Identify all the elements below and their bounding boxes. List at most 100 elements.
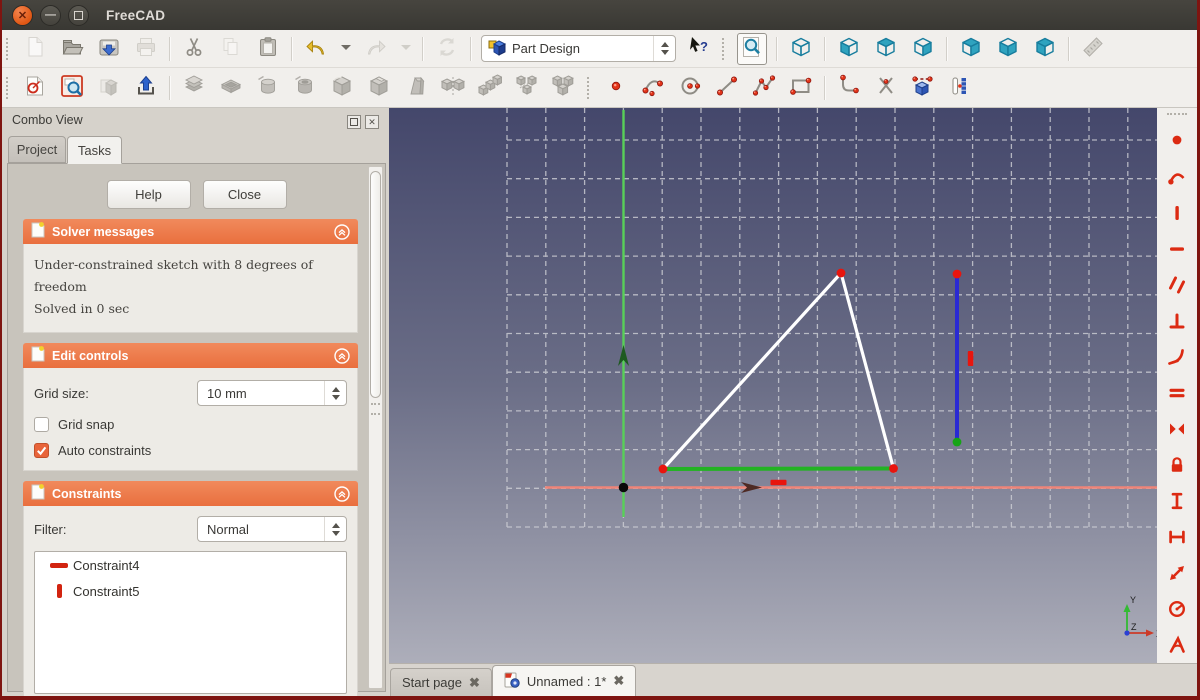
- constrain-angle-button[interactable]: [1164, 633, 1190, 659]
- create-point-button[interactable]: [602, 73, 630, 103]
- constrain-parallel-button[interactable]: [1164, 273, 1190, 299]
- window-maximize-button[interactable]: [68, 4, 89, 26]
- window-minimize-button[interactable]: —: [40, 4, 61, 26]
- constrain-vertical-distance-button[interactable]: [1164, 489, 1190, 515]
- new-document-button[interactable]: [21, 34, 49, 64]
- tab-project[interactable]: Project: [8, 136, 66, 163]
- pad-button[interactable]: [180, 73, 208, 103]
- constrain-coincident-button[interactable]: [1164, 129, 1190, 155]
- help-button[interactable]: Help: [106, 180, 191, 209]
- bottom-view-button[interactable]: [994, 34, 1022, 64]
- undo-menu-button[interactable]: [339, 34, 353, 64]
- chamfer-button[interactable]: [365, 73, 393, 103]
- whats-this-button[interactable]: ?: [685, 34, 713, 64]
- left-view-button[interactable]: [1031, 34, 1059, 64]
- toolbar-grip[interactable]: [587, 76, 593, 99]
- multi-transform-button[interactable]: [550, 73, 578, 103]
- mirrored-button[interactable]: [439, 73, 467, 103]
- constrain-point-on-object-button[interactable]: [1164, 165, 1190, 191]
- solver-messages-header[interactable]: Solver messages: [23, 219, 358, 244]
- dock-close-icon[interactable]: ✕: [365, 115, 379, 129]
- collapse-icon[interactable]: [334, 347, 350, 364]
- window-close-button[interactable]: ✕: [12, 4, 33, 26]
- open-document-button[interactable]: [58, 34, 86, 64]
- document-tab-start-page[interactable]: Start page ✖: [390, 668, 492, 696]
- spinner-arrows[interactable]: [324, 381, 346, 405]
- collapse-icon[interactable]: [334, 485, 350, 502]
- grid-size-spinbox[interactable]: 10 mm: [197, 380, 347, 406]
- constrain-lock-button[interactable]: [1164, 453, 1190, 479]
- tasks-scrollbar[interactable]: [368, 166, 383, 689]
- paste-button[interactable]: [254, 34, 282, 64]
- collapse-icon[interactable]: [334, 223, 350, 240]
- constraints-header[interactable]: Constraints: [23, 481, 358, 506]
- front-view-button[interactable]: [835, 34, 863, 64]
- grid-snap-checkbox[interactable]: [34, 417, 49, 432]
- constrain-horizontal-distance-button[interactable]: [1164, 525, 1190, 551]
- create-rectangle-button[interactable]: [787, 73, 815, 103]
- tab-close-icon[interactable]: ✖: [613, 673, 624, 689]
- constrain-vertical-button[interactable]: [1164, 201, 1190, 227]
- fillet-button[interactable]: [328, 73, 356, 103]
- constrain-tangent-button[interactable]: [1164, 345, 1190, 371]
- spinner-arrows[interactable]: [324, 517, 346, 541]
- groove-button[interactable]: [291, 73, 319, 103]
- redo-button[interactable]: [362, 34, 390, 64]
- constrain-distance-button[interactable]: [1164, 561, 1190, 587]
- toolbar-grip[interactable]: [6, 76, 12, 99]
- draft-button[interactable]: [402, 73, 430, 103]
- constrain-horizontal-button[interactable]: [1164, 237, 1190, 263]
- pocket-button[interactable]: [217, 73, 245, 103]
- create-arc-button[interactable]: [639, 73, 667, 103]
- polar-pattern-button[interactable]: [513, 73, 541, 103]
- dropdown-arrows-icon[interactable]: [653, 36, 675, 61]
- scrollbar-thumb[interactable]: [370, 171, 381, 398]
- tab-tasks[interactable]: Tasks: [67, 136, 122, 164]
- axonometric-view-button[interactable]: [787, 34, 815, 64]
- view-sketch-button[interactable]: [95, 73, 123, 103]
- create-polyline-button[interactable]: [750, 73, 778, 103]
- toolbar-grip[interactable]: [6, 37, 12, 60]
- print-button[interactable]: [132, 34, 160, 64]
- redo-menu-button[interactable]: [399, 34, 413, 64]
- edit-controls-header[interactable]: Edit controls: [23, 343, 358, 368]
- tab-close-icon[interactable]: ✖: [469, 675, 480, 691]
- measure-button[interactable]: [1079, 34, 1107, 64]
- fit-all-button[interactable]: [737, 32, 767, 65]
- linear-pattern-button[interactable]: [476, 73, 504, 103]
- new-sketch-button[interactable]: [21, 73, 49, 103]
- constraint-list-item[interactable]: Constraint5: [35, 578, 346, 604]
- constrain-symmetric-button[interactable]: [1164, 417, 1190, 443]
- rear-view-button[interactable]: [957, 34, 985, 64]
- 3d-viewport[interactable]: YXZ: [389, 108, 1162, 663]
- create-circle-button[interactable]: [676, 73, 704, 103]
- right-view-button[interactable]: [909, 34, 937, 64]
- constraint-list-item[interactable]: Constraint4: [35, 552, 346, 578]
- dock-float-icon[interactable]: [347, 115, 361, 129]
- external-geometry-button[interactable]: [909, 73, 937, 103]
- refresh-button[interactable]: [433, 34, 461, 64]
- undo-button[interactable]: [302, 34, 330, 64]
- close-button[interactable]: Close: [202, 180, 287, 209]
- document-tab-unnamed-1[interactable]: Unnamed : 1* ✖: [491, 665, 637, 696]
- save-button[interactable]: [95, 34, 123, 64]
- constraint-list[interactable]: Constraint4 Constraint5: [34, 551, 347, 694]
- constrain-equal-button[interactable]: [1164, 381, 1190, 407]
- edit-sketch-button[interactable]: [58, 73, 86, 103]
- map-sketch-button[interactable]: [132, 73, 160, 103]
- filter-dropdown[interactable]: Normal: [197, 516, 347, 542]
- toolbar-grip[interactable]: [722, 37, 728, 60]
- toolbar-grip[interactable]: [1167, 113, 1187, 119]
- cut-button[interactable]: [180, 34, 208, 64]
- workbench-selector[interactable]: Part Design: [481, 35, 676, 62]
- trim-edge-button[interactable]: [872, 73, 900, 103]
- top-view-button[interactable]: [872, 34, 900, 64]
- create-sketch-fillet-button[interactable]: [835, 73, 863, 103]
- sketch-canvas[interactable]: YXZ: [389, 108, 1162, 663]
- copy-button[interactable]: [217, 34, 245, 64]
- constrain-radius-button[interactable]: [1164, 597, 1190, 623]
- auto-constraints-checkbox[interactable]: [34, 443, 49, 458]
- construction-mode-button[interactable]: [946, 73, 974, 103]
- revolution-button[interactable]: [254, 73, 282, 103]
- create-line-button[interactable]: [713, 73, 741, 103]
